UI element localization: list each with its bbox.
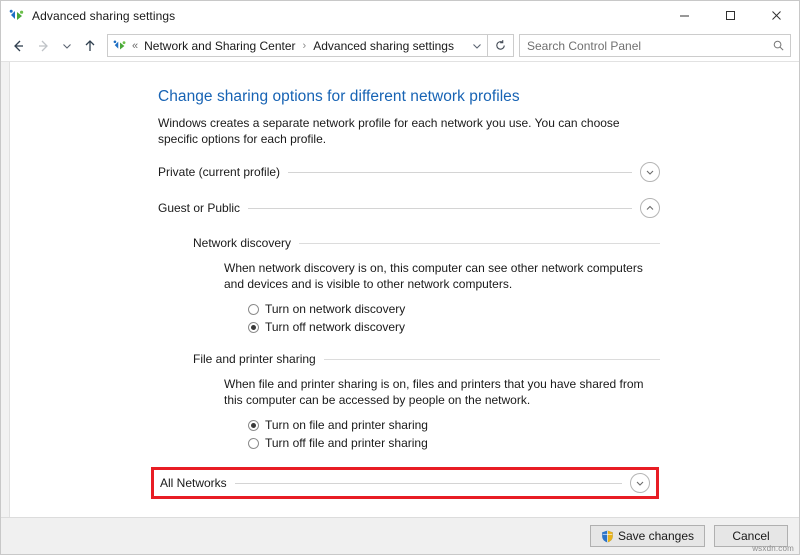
address-bar[interactable]: « Network and Sharing Center › Advanced … bbox=[107, 34, 488, 57]
save-changes-button[interactable]: Save changes bbox=[589, 525, 705, 547]
address-overflow-chevron[interactable]: « bbox=[132, 40, 138, 52]
subsection-header-file-and-printer-sharing: File and printer sharing bbox=[193, 351, 660, 367]
save-changes-label: Save changes bbox=[617, 529, 694, 543]
recent-locations-button[interactable] bbox=[57, 33, 77, 59]
profile-rule-guest-or-public bbox=[248, 207, 632, 209]
radio-label-turn-on-network-discovery: Turn on network discovery bbox=[265, 302, 406, 316]
radio-button-unchecked[interactable] bbox=[248, 437, 259, 449]
settings-content: Change sharing options for different net… bbox=[10, 62, 799, 517]
watermark: wsxdn.com bbox=[752, 544, 794, 553]
uac-shield-icon bbox=[601, 530, 614, 543]
subsection-rule bbox=[323, 358, 660, 360]
chevron-down-icon[interactable] bbox=[630, 473, 650, 493]
radio-label-turn-off-network-discovery: Turn off network discovery bbox=[265, 320, 406, 334]
radio-option-turn-on-network-discovery[interactable]: Turn on network discovery bbox=[248, 301, 660, 317]
window-controls bbox=[661, 1, 799, 30]
profile-label-private: Private (current profile) bbox=[158, 165, 281, 179]
radio-button-unchecked[interactable] bbox=[248, 303, 259, 315]
profile-section-all-networks[interactable]: All Networks bbox=[160, 473, 650, 493]
profile-section-guest-or-public[interactable]: Guest or Public bbox=[158, 197, 660, 219]
cancel-label: Cancel bbox=[732, 529, 770, 543]
footer-bar: Save changes Cancel wsxdn.com bbox=[1, 517, 799, 554]
window-title: Advanced sharing settings bbox=[32, 8, 176, 23]
subsection-description-file-and-printer-sharing: When file and printer sharing is on, fil… bbox=[224, 377, 644, 407]
minimize-button[interactable] bbox=[661, 1, 707, 30]
breadcrumb-item-advanced-sharing-settings[interactable]: Advanced sharing settings bbox=[312, 39, 455, 53]
chevron-down-icon[interactable] bbox=[640, 162, 660, 182]
address-dropdown-chevron-icon[interactable] bbox=[467, 35, 487, 56]
page-intro-text: Windows creates a separate network profi… bbox=[158, 116, 620, 146]
radio-button-checked[interactable] bbox=[248, 321, 259, 333]
profile-rule-all-networks bbox=[234, 482, 622, 484]
navigation-pane bbox=[1, 62, 10, 517]
chevron-up-icon[interactable] bbox=[640, 198, 660, 218]
profile-label-guest-or-public: Guest or Public bbox=[158, 201, 241, 215]
radio-button-checked[interactable] bbox=[248, 419, 259, 431]
search-input[interactable]: Search Control Panel bbox=[520, 39, 766, 53]
radio-label-turn-off-file-and-printer-sharing: Turn off file and printer sharing bbox=[265, 436, 428, 450]
profile-rule-private bbox=[288, 171, 632, 173]
back-button[interactable] bbox=[5, 33, 31, 59]
address-network-sharing-icon bbox=[113, 39, 127, 53]
subsection-rule bbox=[299, 242, 660, 244]
profile-label-all-networks: All Networks bbox=[160, 476, 227, 490]
radio-group-network-discovery: Turn on network discovery Turn off netwo… bbox=[248, 301, 660, 335]
subsection-title-file-and-printer-sharing: File and printer sharing bbox=[193, 352, 316, 366]
title-bar: Advanced sharing settings bbox=[1, 1, 799, 30]
up-level-button[interactable] bbox=[77, 33, 103, 59]
subsection-header-network-discovery: Network discovery bbox=[193, 235, 660, 251]
forward-button[interactable] bbox=[31, 33, 57, 59]
search-icon[interactable] bbox=[766, 39, 790, 52]
radio-option-turn-off-network-discovery[interactable]: Turn off network discovery bbox=[248, 319, 660, 335]
highlight-box-all-networks: All Networks bbox=[151, 467, 659, 499]
search-box[interactable]: Search Control Panel bbox=[519, 34, 791, 57]
control-panel-window: Advanced sharing settings « Network and … bbox=[0, 0, 800, 555]
breadcrumb-separator-icon[interactable]: › bbox=[303, 40, 307, 52]
maximize-button[interactable] bbox=[707, 1, 753, 30]
network-sharing-icon bbox=[9, 8, 25, 24]
radio-option-turn-off-file-and-printer-sharing[interactable]: Turn off file and printer sharing bbox=[248, 435, 660, 451]
settings-inner: Change sharing options for different net… bbox=[151, 88, 660, 499]
breadcrumb-item-network-and-sharing-center[interactable]: Network and Sharing Center bbox=[143, 39, 296, 53]
navigation-bar: « Network and Sharing Center › Advanced … bbox=[1, 30, 799, 61]
content-area: Change sharing options for different net… bbox=[1, 61, 799, 517]
radio-option-turn-on-file-and-printer-sharing[interactable]: Turn on file and printer sharing bbox=[248, 417, 660, 433]
refresh-button[interactable] bbox=[488, 34, 514, 57]
subsection-title-network-discovery: Network discovery bbox=[193, 236, 292, 250]
radio-group-file-and-printer-sharing: Turn on file and printer sharing Turn of… bbox=[248, 417, 660, 451]
radio-label-turn-on-file-and-printer-sharing: Turn on file and printer sharing bbox=[265, 418, 428, 432]
subsection-file-and-printer-sharing: File and printer sharing When file and p… bbox=[193, 351, 660, 451]
subsection-description-network-discovery: When network discovery is on, this compu… bbox=[224, 261, 643, 291]
close-button[interactable] bbox=[753, 1, 799, 30]
profile-section-private[interactable]: Private (current profile) bbox=[158, 161, 660, 183]
page-title: Change sharing options for different net… bbox=[158, 88, 520, 105]
subsection-network-discovery: Network discovery When network discovery… bbox=[193, 235, 660, 335]
